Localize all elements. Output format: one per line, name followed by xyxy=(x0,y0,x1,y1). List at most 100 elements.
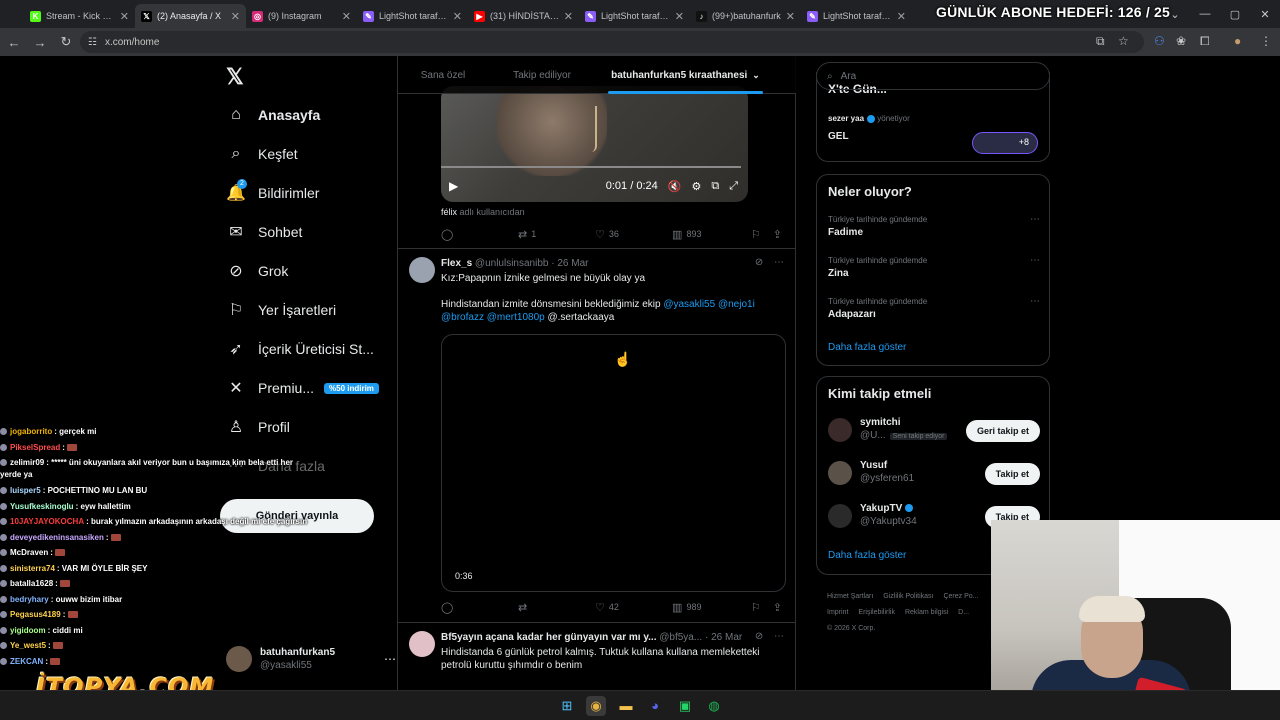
tweet-author-name[interactable]: Bf5yayın açana kadar her günyayın var mı… xyxy=(441,632,656,643)
close-tab-icon[interactable]: ✕ xyxy=(786,10,795,23)
close-window-button[interactable]: ✕ xyxy=(1250,8,1280,21)
nav-item-creator-studio[interactable]: ➶ İçerik Üreticisi St... xyxy=(226,335,374,363)
tab-community[interactable]: batuhanfurkan5 kıraathanesi ⌄ xyxy=(608,56,763,94)
follow-suggestion-name[interactable]: symitchi xyxy=(860,416,947,429)
browser-tab[interactable]: ◎ (9) Instagram ✕ xyxy=(246,4,357,28)
nav-item-explore[interactable]: ⌕ Keşfet xyxy=(226,140,298,168)
browser-tab[interactable]: 𝕏 (2) Anasayfa / X ✕ xyxy=(135,4,246,28)
avatar[interactable] xyxy=(828,418,852,442)
close-tab-icon[interactable]: ✕ xyxy=(120,10,129,23)
tweet[interactable]: Bf5yayın açana kadar her günyayın var mı… xyxy=(398,623,796,690)
more-icon[interactable]: ⋯ xyxy=(774,631,784,642)
tweet-author-handle[interactable]: @unlulsinsanibb xyxy=(475,258,549,269)
tab-following[interactable]: Takip ediliyor xyxy=(488,56,596,94)
search-input[interactable]: ⌕ Ara xyxy=(816,62,1050,90)
browser-tab[interactable]: ✎ LightShot tarafından ✕ xyxy=(357,4,468,28)
browser-menu-icon[interactable]: ⋮ xyxy=(1260,34,1272,48)
community-name[interactable]: GEL xyxy=(828,131,849,142)
bookmark-button[interactable]: ⚐ xyxy=(751,228,773,241)
nav-item-grok[interactable]: ⊘ Grok xyxy=(226,257,288,285)
maximize-button[interactable]: ▢ xyxy=(1220,8,1250,21)
chrome-icon[interactable]: ◉ xyxy=(586,696,606,716)
mute-icon[interactable]: 🔇 xyxy=(668,180,682,193)
extension-icon[interactable]: ❀ xyxy=(1176,34,1186,48)
windows-start-icon[interactable]: ⊞ xyxy=(557,696,577,716)
grok-icon[interactable]: ⊘ xyxy=(755,631,763,642)
bookmark-button[interactable]: ⚐ xyxy=(751,601,773,614)
profile-avatar-icon[interactable]: ● xyxy=(1234,34,1241,48)
tab-for-you[interactable]: Sana özel xyxy=(398,56,488,94)
extension-icon[interactable]: ⚇ xyxy=(1154,34,1165,48)
browser-tab[interactable]: ▶ (31) HİNDİSTAN İ ✕ xyxy=(468,4,579,28)
browser-tab[interactable]: ✎ LightShot tarafından ✕ xyxy=(579,4,690,28)
footer-link[interactable]: Gizlilik Politikası xyxy=(883,593,933,600)
close-tab-icon[interactable]: ✕ xyxy=(897,10,906,23)
x-logo-icon[interactable]: 𝕏 xyxy=(226,64,244,90)
mention-link[interactable]: @yasakli55 xyxy=(663,299,715,310)
more-icon[interactable]: ⋯ xyxy=(384,652,396,666)
close-tab-icon[interactable]: ✕ xyxy=(675,10,684,23)
nav-item-premium[interactable]: ✕ Premiu... %50 indirim xyxy=(226,374,379,402)
show-more-link[interactable]: Daha fazla göster xyxy=(828,342,906,353)
discord-icon[interactable]: ◕ xyxy=(645,696,665,716)
close-tab-icon[interactable]: ✕ xyxy=(564,10,573,23)
play-icon[interactable]: ▶ xyxy=(449,179,458,193)
who-to-follow-item[interactable]: symitchi @U... Seni takip ediyor Geri takip… xyxy=(828,416,1040,446)
nav-item-home[interactable]: ⌂ Anasayfa xyxy=(226,101,320,129)
follow-button[interactable]: Takip et xyxy=(984,463,1040,485)
trend-item[interactable]: Türkiye tarihinde gündemde Zina ⋯ xyxy=(828,254,1040,280)
tweet-date[interactable]: · 26 Mar xyxy=(705,632,742,643)
views-button[interactable]: ▥ 893 xyxy=(672,228,751,241)
browser-tab[interactable]: K Stream - Kick Das ✕ xyxy=(24,4,135,28)
mention-link[interactable]: @nejo1i xyxy=(718,299,755,310)
tweet-author-name[interactable]: Flex_s xyxy=(441,258,472,269)
follow-suggestion-name[interactable]: Yusuf xyxy=(860,459,914,472)
video-player[interactable]: ▶ 0:01 / 0:24 🔇 ⚙ ⧉ ⤢ xyxy=(441,86,748,202)
close-tab-icon[interactable]: ✕ xyxy=(342,10,351,23)
follow-suggestion-name[interactable]: YakupTV xyxy=(860,503,902,514)
more-icon[interactable]: ⋯ xyxy=(774,257,784,268)
video-progress-bar[interactable] xyxy=(441,166,741,168)
retweet-button[interactable]: ⇄ 1 xyxy=(518,228,595,241)
file-explorer-icon[interactable]: ▬ xyxy=(616,696,636,716)
back-icon[interactable]: ← xyxy=(2,35,26,50)
more-icon[interactable]: ⋯ xyxy=(1030,295,1040,308)
url-bar[interactable]: ☷ x.com/home xyxy=(80,31,1144,53)
tweet-date[interactable]: · 26 Mar xyxy=(551,258,588,269)
reply-button[interactable]: ◯ xyxy=(441,601,518,614)
footer-link[interactable]: Erişilebilirlik xyxy=(858,609,895,616)
who-to-follow-item[interactable]: Yusuf @ysferen61 Takip et xyxy=(828,459,1040,489)
trend-item[interactable]: Türkiye tarihinde gündemde Fadime ⋯ xyxy=(828,213,1040,239)
mention-link[interactable]: @mert1080p xyxy=(487,312,545,323)
fullscreen-icon[interactable]: ⤢ xyxy=(729,180,738,193)
reload-icon[interactable]: ↻ xyxy=(54,34,78,50)
extensions-puzzle-icon[interactable]: ⧠ xyxy=(1200,34,1210,49)
share-button[interactable]: ⇪ xyxy=(773,601,786,614)
grok-icon[interactable]: ⊘ xyxy=(755,257,763,268)
more-icon[interactable]: ⋯ xyxy=(1030,254,1040,267)
more-icon[interactable]: ⋯ xyxy=(1030,213,1040,226)
site-info-icon[interactable]: ☷ xyxy=(88,37,97,48)
like-button[interactable]: ♡ 36 xyxy=(595,228,672,241)
tweet-author-handle[interactable]: @bf5ya... xyxy=(659,632,702,643)
nav-item-chat[interactable]: ✉ Sohbet xyxy=(226,218,302,246)
footer-link[interactable]: Çerez Po... xyxy=(943,593,978,600)
settings-gear-icon[interactable]: ⚙ xyxy=(691,180,701,193)
pip-icon[interactable]: ⧉ xyxy=(711,180,719,193)
bookmark-star-icon[interactable]: ☆ xyxy=(1118,34,1129,48)
source-user[interactable]: félix xyxy=(441,207,457,217)
mention-link[interactable]: @brofazz xyxy=(441,312,484,323)
minimize-button[interactable]: — xyxy=(1190,8,1220,20)
close-tab-icon[interactable]: ✕ xyxy=(453,10,462,23)
whatsapp-icon[interactable]: ▣ xyxy=(675,696,695,716)
views-button[interactable]: ▥ 989 xyxy=(672,601,751,614)
browser-tab[interactable]: ✎ LightShot tarafından ✕ xyxy=(801,4,912,28)
avatar[interactable] xyxy=(409,257,435,283)
avatar[interactable] xyxy=(828,461,852,485)
reply-button[interactable]: ◯ xyxy=(441,228,518,241)
retweet-button[interactable]: ⇄ xyxy=(518,601,595,614)
forward-icon[interactable]: → xyxy=(28,35,52,50)
spotify-icon[interactable]: ◍ xyxy=(704,696,724,716)
community-owner-name[interactable]: sezer yaa xyxy=(828,114,864,123)
install-app-icon[interactable]: ⧉ xyxy=(1096,34,1105,49)
